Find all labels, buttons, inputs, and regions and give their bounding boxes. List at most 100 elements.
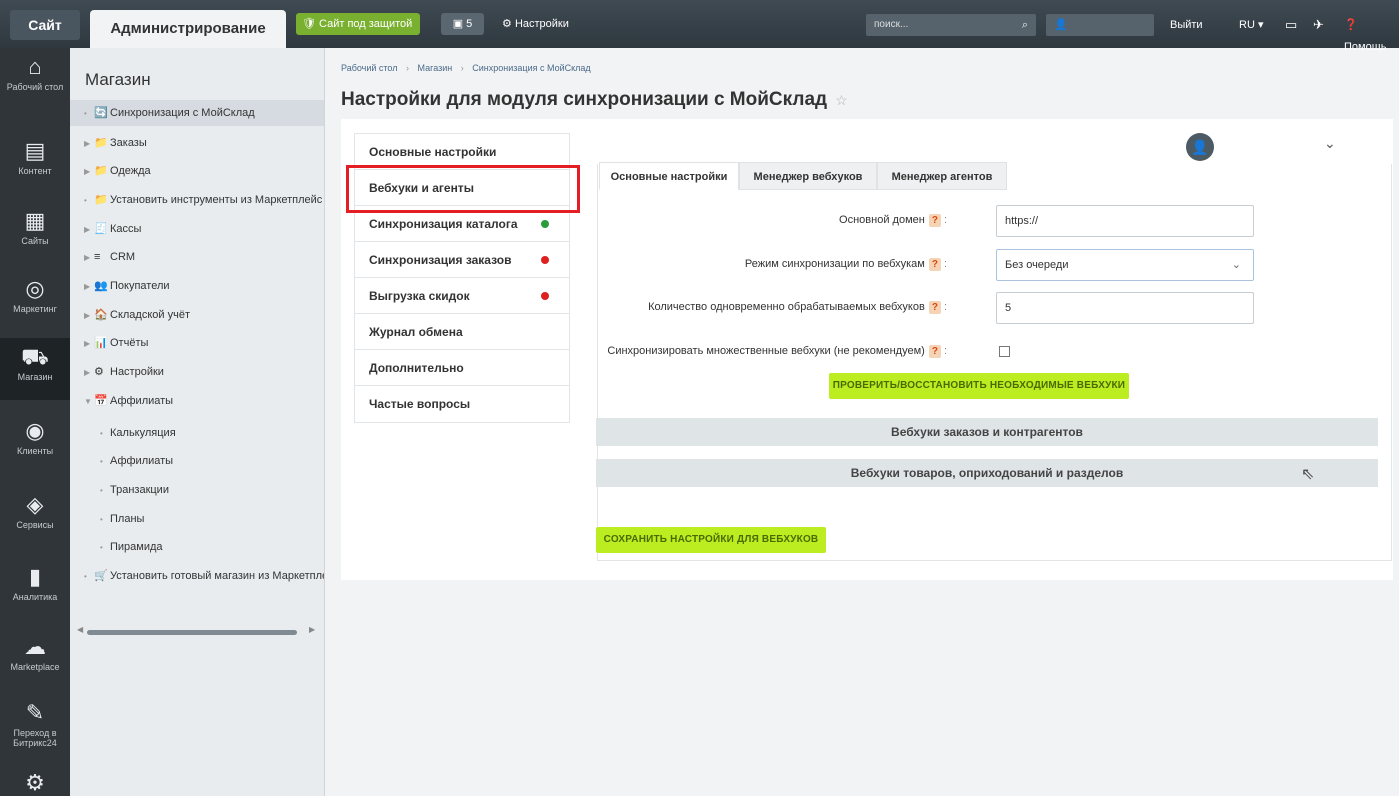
vtab-exchange-log[interactable]: Журнал обмена (355, 314, 569, 350)
settings-button[interactable]: ⚙ Настройки (502, 13, 569, 35)
accordion-goods-webhooks[interactable]: Вебхуки товаров, оприходований и раздело… (596, 459, 1378, 487)
check-webhooks-button[interactable]: ПРОВЕРИТЬ/ВОССТАНОВИТЬ НЕОБХОДИМЫЕ ВЕБХУ… (829, 373, 1129, 399)
htab-main-settings[interactable]: Основные настройки (599, 162, 739, 190)
chevron-down-icon[interactable]: ⌄ (1324, 135, 1336, 152)
main-content: Рабочий стол › Магазин › Синхронизация с… (326, 48, 1399, 796)
tree-item-reports[interactable]: ▶ 📊 Отчёты (70, 330, 324, 356)
mouse-cursor-icon: ⇖ (1301, 466, 1315, 483)
tree-item-orders[interactable]: ▶ 📁 Заказы (70, 130, 324, 156)
search-icon[interactable]: ⌕ (1022, 14, 1028, 36)
chevron-right-icon[interactable]: ▶ (84, 274, 94, 299)
nav-analytics[interactable]: ▮ Аналитика (0, 564, 70, 624)
tree-item-install-tools[interactable]: • 📁 Установить инструменты из Маркетплейс (70, 187, 324, 213)
tree-item-install-shop[interactable]: • 🛒 Установить готовый магазин из Маркетпл… (70, 563, 324, 589)
nav-desktop[interactable]: ⌂ Рабочий стол (0, 54, 70, 124)
count-input[interactable]: 5 (996, 292, 1254, 324)
tree-item-crm[interactable]: ▶ ≡ CRM (70, 244, 324, 270)
nav-clients[interactable]: ◉ Клиенты (0, 418, 70, 478)
site-protected-label: Сайт под защитой (319, 18, 413, 30)
document-icon: ▤ (24, 138, 46, 163)
language-selector[interactable]: RU ▾ (1239, 14, 1263, 36)
vtab-label: Синхронизация каталога (369, 217, 518, 231)
tree-horizontal-scrollbar[interactable]: ◀ ▶ (77, 625, 317, 636)
tree-item-affiliates-sub[interactable]: • Аффилиаты (70, 448, 324, 474)
user-menu[interactable]: 👤 (1046, 14, 1154, 36)
pin-icon[interactable]: ✈ (1313, 14, 1324, 36)
tree-item-settings[interactable]: ▶ ⚙ Настройки (70, 359, 324, 385)
domain-input[interactable]: https:// (996, 205, 1254, 237)
vtab-label: Выгрузка скидок (369, 289, 470, 303)
tree-item-moysklad-sync[interactable]: • 🔄 Синхронизация с МойСклад (70, 100, 324, 126)
status-dot (541, 256, 549, 264)
logout-link[interactable]: Выйти (1170, 14, 1203, 36)
target-icon: ◎ (25, 276, 45, 301)
nav-marketing[interactable]: ◎ Маркетинг (0, 276, 70, 336)
tree-item-label: Установить готовый магазин из Маркетпле (110, 570, 324, 582)
tree-item-label: Синхронизация с МойСклад (110, 107, 255, 119)
chevron-right-icon[interactable]: ▶ (84, 303, 94, 328)
breadcrumb-item[interactable]: Синхронизация с МойСклад (472, 63, 590, 73)
tree-item-affiliates[interactable]: ▼ 📅 Аффилиаты (70, 388, 324, 414)
multi-checkbox[interactable] (999, 346, 1010, 357)
bitrix-icon: ✎ (25, 700, 45, 725)
save-webhooks-button[interactable]: СОХРАНИТЬ НАСТРОЙКИ ДЛЯ ВЕБХУКОВ (596, 527, 826, 553)
htab-agent-manager[interactable]: Менеджер агентов (877, 162, 1007, 190)
tree-item-clothes[interactable]: ▶ 📁 Одежда (70, 158, 324, 184)
chevron-down-icon[interactable]: ▼ (84, 389, 94, 414)
nav-services[interactable]: ◈ Сервисы (0, 492, 70, 552)
tree-item-pyramid[interactable]: • Пирамида (70, 534, 324, 560)
tree-item-label: Одежда (110, 165, 151, 177)
help-mark[interactable]: ? (928, 345, 941, 358)
chevron-right-icon[interactable]: ▶ (84, 331, 94, 356)
tree-item-customers[interactable]: ▶ 👥 Покупатели (70, 273, 324, 299)
search-input[interactable]: поиск... ⌕ (866, 14, 1036, 36)
scroll-left-icon[interactable]: ◀ (77, 625, 83, 634)
nav-label: Marketplace (10, 662, 60, 672)
nav-bitrix24[interactable]: ✎ Переход в Битрикс24 (0, 700, 70, 770)
nav-shop[interactable]: ⛟ Магазин (0, 338, 70, 400)
help-mark[interactable]: ? (928, 214, 941, 227)
vtab-faq[interactable]: Частые вопросы (355, 386, 569, 422)
mode-select[interactable]: Без очереди ⌄ (996, 249, 1254, 281)
tree-item-plans[interactable]: • Планы (70, 506, 324, 532)
vtab-discounts-export[interactable]: Выгрузка скидок (355, 278, 569, 314)
scroll-right-icon[interactable]: ▶ (309, 625, 315, 634)
nav-settings[interactable]: ⚙ (0, 770, 70, 796)
vtab-label: Синхронизация заказов (369, 253, 512, 267)
tree-item-warehouse[interactable]: ▶ 🏠 Складской учёт (70, 302, 324, 328)
calendar-icon[interactable]: ▭ (1285, 14, 1297, 36)
tree-item-calculation[interactable]: • Калькуляция (70, 420, 324, 446)
tree-item-label: Аффилиаты (110, 395, 174, 407)
nav-sites[interactable]: ▦ Сайты (0, 208, 70, 268)
breadcrumb-item[interactable]: Магазин (418, 63, 453, 73)
nav-label: Маркетинг (13, 304, 57, 314)
chevron-right-icon[interactable]: ▶ (84, 131, 94, 156)
tree-item-transactions[interactable]: • Транзакции (70, 477, 324, 503)
scrollbar-thumb[interactable] (87, 630, 297, 635)
chevron-right-icon[interactable]: ▶ (84, 245, 94, 270)
vtab-additional[interactable]: Дополнительно (355, 350, 569, 386)
accordion-orders-webhooks[interactable]: Вебхуки заказов и контрагентов (596, 418, 1378, 446)
nav-marketplace[interactable]: ☁ Marketplace (0, 634, 70, 694)
gear-icon: ⚙ (502, 18, 512, 30)
breadcrumb-item[interactable]: Рабочий стол (341, 63, 398, 73)
help-mark[interactable]: ? (928, 301, 941, 314)
site-protected-button[interactable]: 🛡 Сайт под защитой (296, 13, 421, 35)
chevron-right-icon[interactable]: ▶ (84, 217, 94, 242)
tree-item-label: Отчёты (110, 337, 149, 349)
vtab-orders-sync[interactable]: Синхронизация заказов (355, 242, 569, 278)
star-icon[interactable]: ☆ (835, 92, 848, 108)
tree-item-cashboxes[interactable]: ▶ 🧾 Кассы (70, 216, 324, 242)
nav-label: Рабочий стол (6, 82, 64, 92)
admin-tab[interactable]: Администрирование (90, 10, 286, 48)
notifications-button[interactable]: ▣ 5 (441, 13, 484, 35)
nav-content[interactable]: ▤ Контент (0, 138, 70, 198)
count-label: Количество одновременно обрабатываемых в… (648, 301, 947, 314)
nav-label: Магазин (17, 372, 53, 382)
site-tab[interactable]: Сайт (10, 10, 80, 40)
htab-webhook-manager[interactable]: Менеджер вебхуков (739, 162, 877, 190)
help-mark[interactable]: ? (928, 258, 941, 271)
chevron-right-icon[interactable]: ▶ (84, 360, 94, 385)
status-dot (541, 292, 549, 300)
chevron-right-icon[interactable]: ▶ (84, 159, 94, 184)
